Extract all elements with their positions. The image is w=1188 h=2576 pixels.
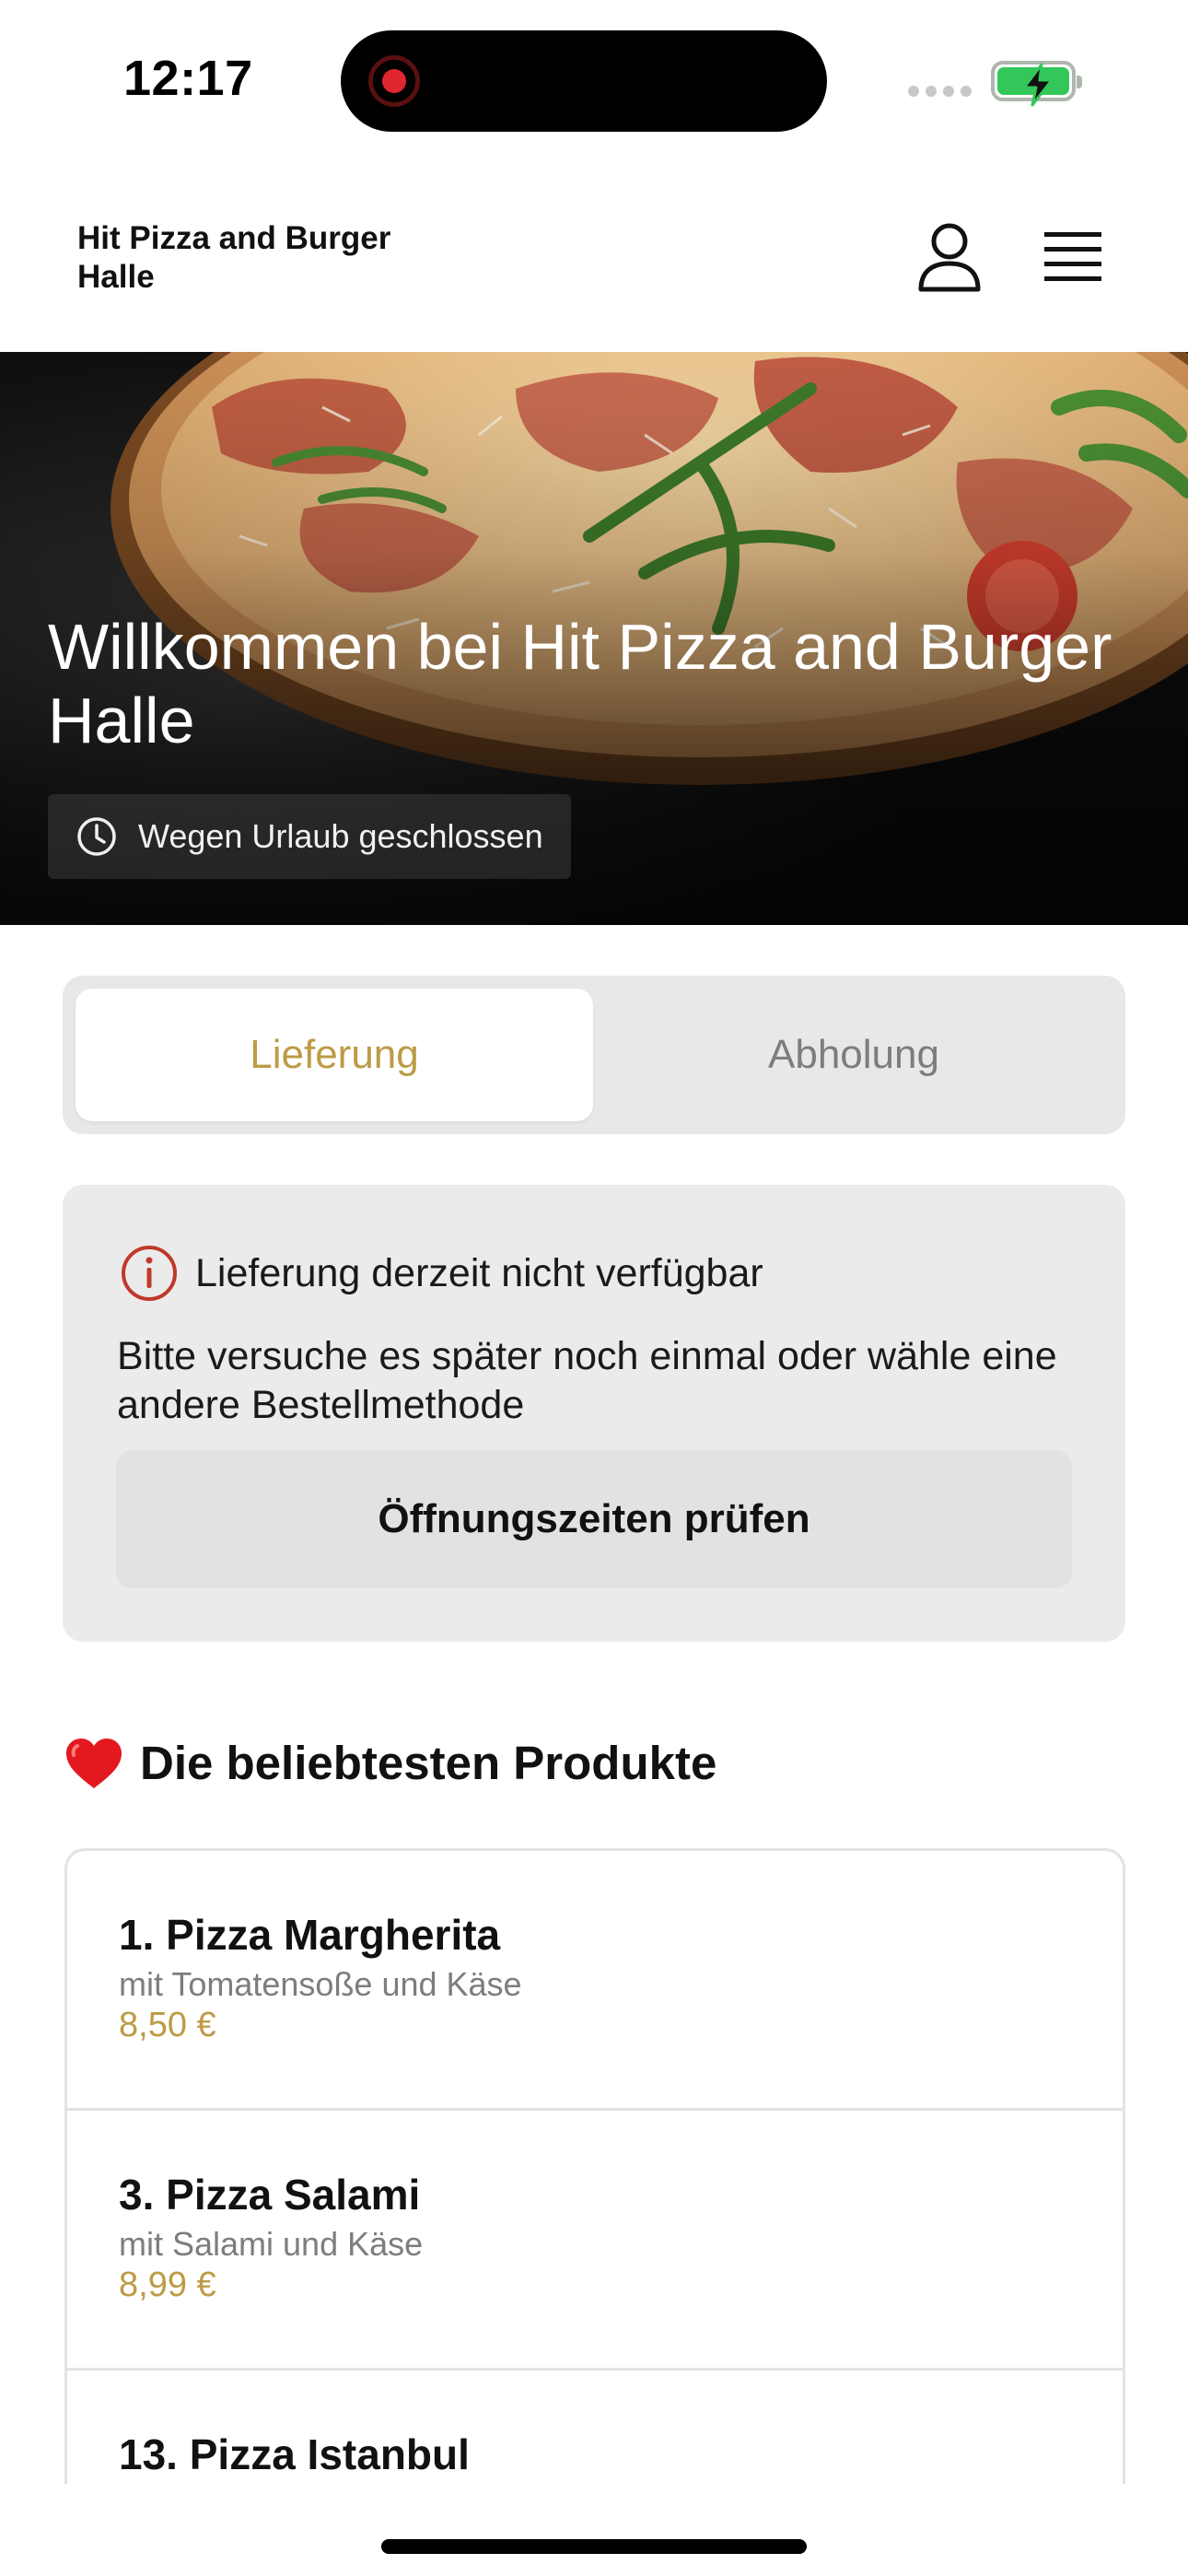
product-description: mit Tomatensoße und Käse: [119, 1965, 522, 2003]
heart-icon: [66, 1738, 122, 1788]
status-time: 12:17: [123, 51, 253, 106]
cellular-signal-icon: [908, 86, 972, 97]
product-description: mit Salami und Käse: [119, 2225, 424, 2263]
popular-section-header: Die beliebtesten Produkte: [64, 1736, 716, 1790]
info-icon: [122, 1246, 177, 1301]
popular-section-title: Die beliebtesten Produkte: [140, 1737, 717, 1789]
product-price: 8,99 €: [119, 2266, 216, 2304]
product-name: 1. Pizza Margherita: [119, 1911, 501, 1959]
hero-banner: Willkommen bei Hit Pizza and Burger Hall…: [0, 352, 1188, 925]
app-header: Hit Pizza and Burger Halle: [0, 166, 1188, 352]
product-item[interactable]: 3. Pizza Salami mit Salami und Käse 8,99…: [67, 2111, 1123, 2371]
user-icon: [918, 223, 981, 292]
opening-status-text: Wegen Urlaub geschlossen: [138, 817, 543, 855]
notice-header: Lieferung derzeit nicht verfügbar: [120, 1244, 763, 1303]
menu-button[interactable]: [1042, 228, 1103, 286]
account-button[interactable]: [915, 221, 984, 295]
bottom-safe-area: [0, 2484, 1188, 2576]
tab-delivery[interactable]: Lieferung: [76, 989, 593, 1121]
hamburger-menu-icon: [1044, 232, 1101, 281]
product-item[interactable]: 1. Pizza Margherita mit Tomatensoße und …: [67, 1851, 1123, 2111]
order-method-toggle: Lieferung Abholung: [63, 976, 1125, 1134]
welcome-title: Willkommen bei Hit Pizza and Burger Hall…: [48, 611, 1112, 756]
restaurant-name[interactable]: Hit Pizza and Burger Halle: [77, 219, 464, 297]
status-bar: 12:17: [0, 0, 1188, 166]
app-screen: 12:17 Hit Pizza and Burger Halle Willkom…: [0, 0, 1188, 2576]
product-price: 8,50 €: [119, 2006, 216, 2044]
popular-products-list: 1. Pizza Margherita mit Tomatensoße und …: [64, 1848, 1125, 2576]
product-name: 3. Pizza Salami: [119, 2171, 421, 2219]
home-indicator[interactable]: [381, 2539, 807, 2554]
notice-message: Bitte versuche es später noch einmal ode…: [117, 1334, 1057, 1427]
dynamic-island: [341, 30, 827, 132]
product-name: 13. Pizza Istanbul: [119, 2430, 470, 2478]
delivery-unavailable-notice: Lieferung derzeit nicht verfügbar Bitte …: [63, 1185, 1125, 1642]
clock-icon: [77, 817, 116, 856]
opening-status-badge: Wegen Urlaub geschlossen: [48, 794, 571, 879]
notice-title: Lieferung derzeit nicht verfügbar: [195, 1250, 763, 1295]
tab-pickup[interactable]: Abholung: [595, 989, 1112, 1121]
check-opening-hours-button[interactable]: Öffnungszeiten prüfen: [116, 1450, 1072, 1588]
battery-charging-icon: [991, 61, 1082, 107]
screen-recording-icon: [368, 55, 420, 107]
